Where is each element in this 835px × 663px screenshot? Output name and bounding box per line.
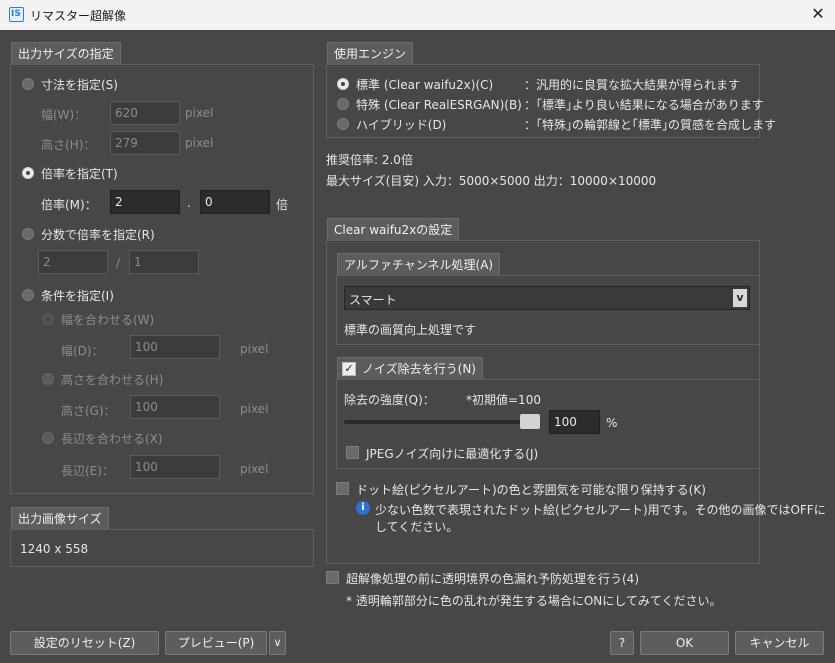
alpha-description: 標準の画質向上処理です [344,323,477,337]
radio-by-fraction[interactable] [22,228,34,240]
noise-default-note: *初期値=100 [466,393,541,407]
engine-standard-desc: ：汎用的に良質な拡大結果が得られます [524,78,741,92]
max-size: 最大サイズ(目安) 入力：5000×5000 出力：10000×10000 [326,174,657,188]
ratio-label: 倍率(M)： [41,198,97,212]
noise-value-input[interactable]: 100 [549,410,600,434]
ratio-unit: 倍 [276,198,289,212]
fit-long-label: 長辺を合わせる(X) [61,432,163,446]
cancel-button[interactable]: キャンセル [735,631,824,655]
preview-dropdown-icon[interactable]: ∨ [269,631,286,655]
radio-fit-width[interactable] [42,313,54,325]
ok-button[interactable]: OK [640,631,729,655]
engine-hybrid-label: ハイブリッド(D) [356,118,447,132]
prevent-label: 超解像処理の前に透明境界の色漏れ予防処理を行う(4) [346,572,640,586]
noise-unit: % [606,416,618,430]
engine-special-label: 特殊 (Clear RealESRGAN)(B) [356,98,522,112]
prevent-checkbox[interactable] [326,571,339,584]
fit-height-unit: pixel [240,402,269,416]
radio-engine-hybrid[interactable] [337,118,349,130]
width-label: 幅(W)： [41,108,87,122]
fit-long-unit: pixel [240,462,269,476]
width-input[interactable]: 620 [110,101,180,125]
fit-width-input[interactable]: 100 [130,335,220,359]
width-unit: pixel [185,106,214,120]
radio-by-dimension[interactable] [22,78,34,90]
height-unit: pixel [185,136,214,150]
close-icon[interactable]: ✕ [808,4,828,24]
dot-art-checkbox[interactable] [336,482,349,495]
tab-output-size: 出力画像サイズ [11,507,109,530]
output-size-value: 1240 x 558 [20,542,89,556]
preview-button[interactable]: プレビュー(P) [165,631,267,655]
help-button[interactable]: ? [610,631,634,655]
fit-height-field-label: 高さ(G)： [61,404,116,418]
app-icon: IS [9,7,24,22]
by-dimension-label: 寸法を指定(S) [41,78,118,92]
by-ratio-label: 倍率を指定(T) [41,167,118,181]
radio-by-ratio[interactable] [22,167,34,179]
tab-alpha: アルファチャンネル処理(A) [337,253,501,276]
tab-noise: ノイズ除去を行う(N) [337,357,483,380]
dot-art-info-2: してください。 [375,520,459,534]
info-icon: i [356,501,370,515]
recommended-ratio: 推奨倍率: 2.0倍 [326,153,413,167]
jpeg-label: JPEGノイズ向けに最適化する(J) [366,447,539,461]
tab-size-spec: 出力サイズの指定 [11,42,121,65]
ratio-dec-input[interactable]: 0 [200,190,270,214]
fraction-slash: / [116,256,121,270]
reset-button[interactable]: 設定のリセット(Z) [10,631,159,655]
fit-long-input[interactable]: 100 [130,455,220,479]
tab-engine: 使用エンジン [327,42,414,65]
radio-engine-special[interactable] [337,98,349,110]
fit-long-field-label: 長辺(E)： [61,464,114,478]
radio-engine-standard[interactable] [337,78,349,90]
alpha-select[interactable]: スマート v [344,286,750,310]
radio-by-condition[interactable] [22,289,34,301]
noise-strength-label: 除去の強度(Q)： [344,393,435,407]
ratio-int-input[interactable]: 2 [110,190,180,214]
ratio-dot: . [187,196,191,210]
fit-width-unit: pixel [240,342,269,356]
tab-waifu-settings: Clear waifu2xの設定 [327,218,460,241]
radio-fit-height[interactable] [42,373,54,385]
fit-height-label: 高さを合わせる(H) [61,373,164,387]
jpeg-checkbox[interactable] [346,446,359,459]
engine-special-desc: ：｢標準｣より良い結果になる場合があります [524,98,764,112]
radio-fit-long[interactable] [42,432,54,444]
height-input[interactable]: 279 [110,131,180,155]
noise-checkbox[interactable]: ✓ [342,362,356,376]
chevron-down-icon[interactable]: v [733,289,747,307]
denominator-input[interactable]: 1 [129,250,199,274]
height-label: 高さ(H)： [41,138,96,152]
alpha-select-value: スマート [349,293,397,307]
fit-width-label: 幅を合わせる(W) [61,313,155,327]
noise-slider-track[interactable] [344,420,540,424]
fit-width-field-label: 幅(D)： [61,344,104,358]
dot-art-info-1: 少ない色数で表現されたドット絵(ピクセルアート)用です。その他の画像ではOFFに [375,503,826,517]
noise-slider-handle[interactable] [520,414,540,429]
title-bar: IS リマスター超解像 ✕ [0,0,835,30]
by-condition-label: 条件を指定(I) [41,289,114,303]
fit-height-input[interactable]: 100 [130,395,220,419]
dot-art-label: ドット絵(ピクセルアート)の色と雰囲気を可能な限り保持する(K) [356,483,706,497]
engine-hybrid-desc: ：｢特殊｣の輪郭線と｢標準｣の質感を合成します [524,118,777,132]
window-title: リマスター超解像 [30,9,127,23]
prevent-note: * 透明輪郭部分に色の乱れが発生する場合にONにしてみてください。 [346,594,722,608]
by-fraction-label: 分数で倍率を指定(R) [41,228,155,242]
engine-standard-label: 標準 (Clear waifu2x)(C) [356,78,494,92]
numerator-input[interactable]: 2 [38,250,108,274]
